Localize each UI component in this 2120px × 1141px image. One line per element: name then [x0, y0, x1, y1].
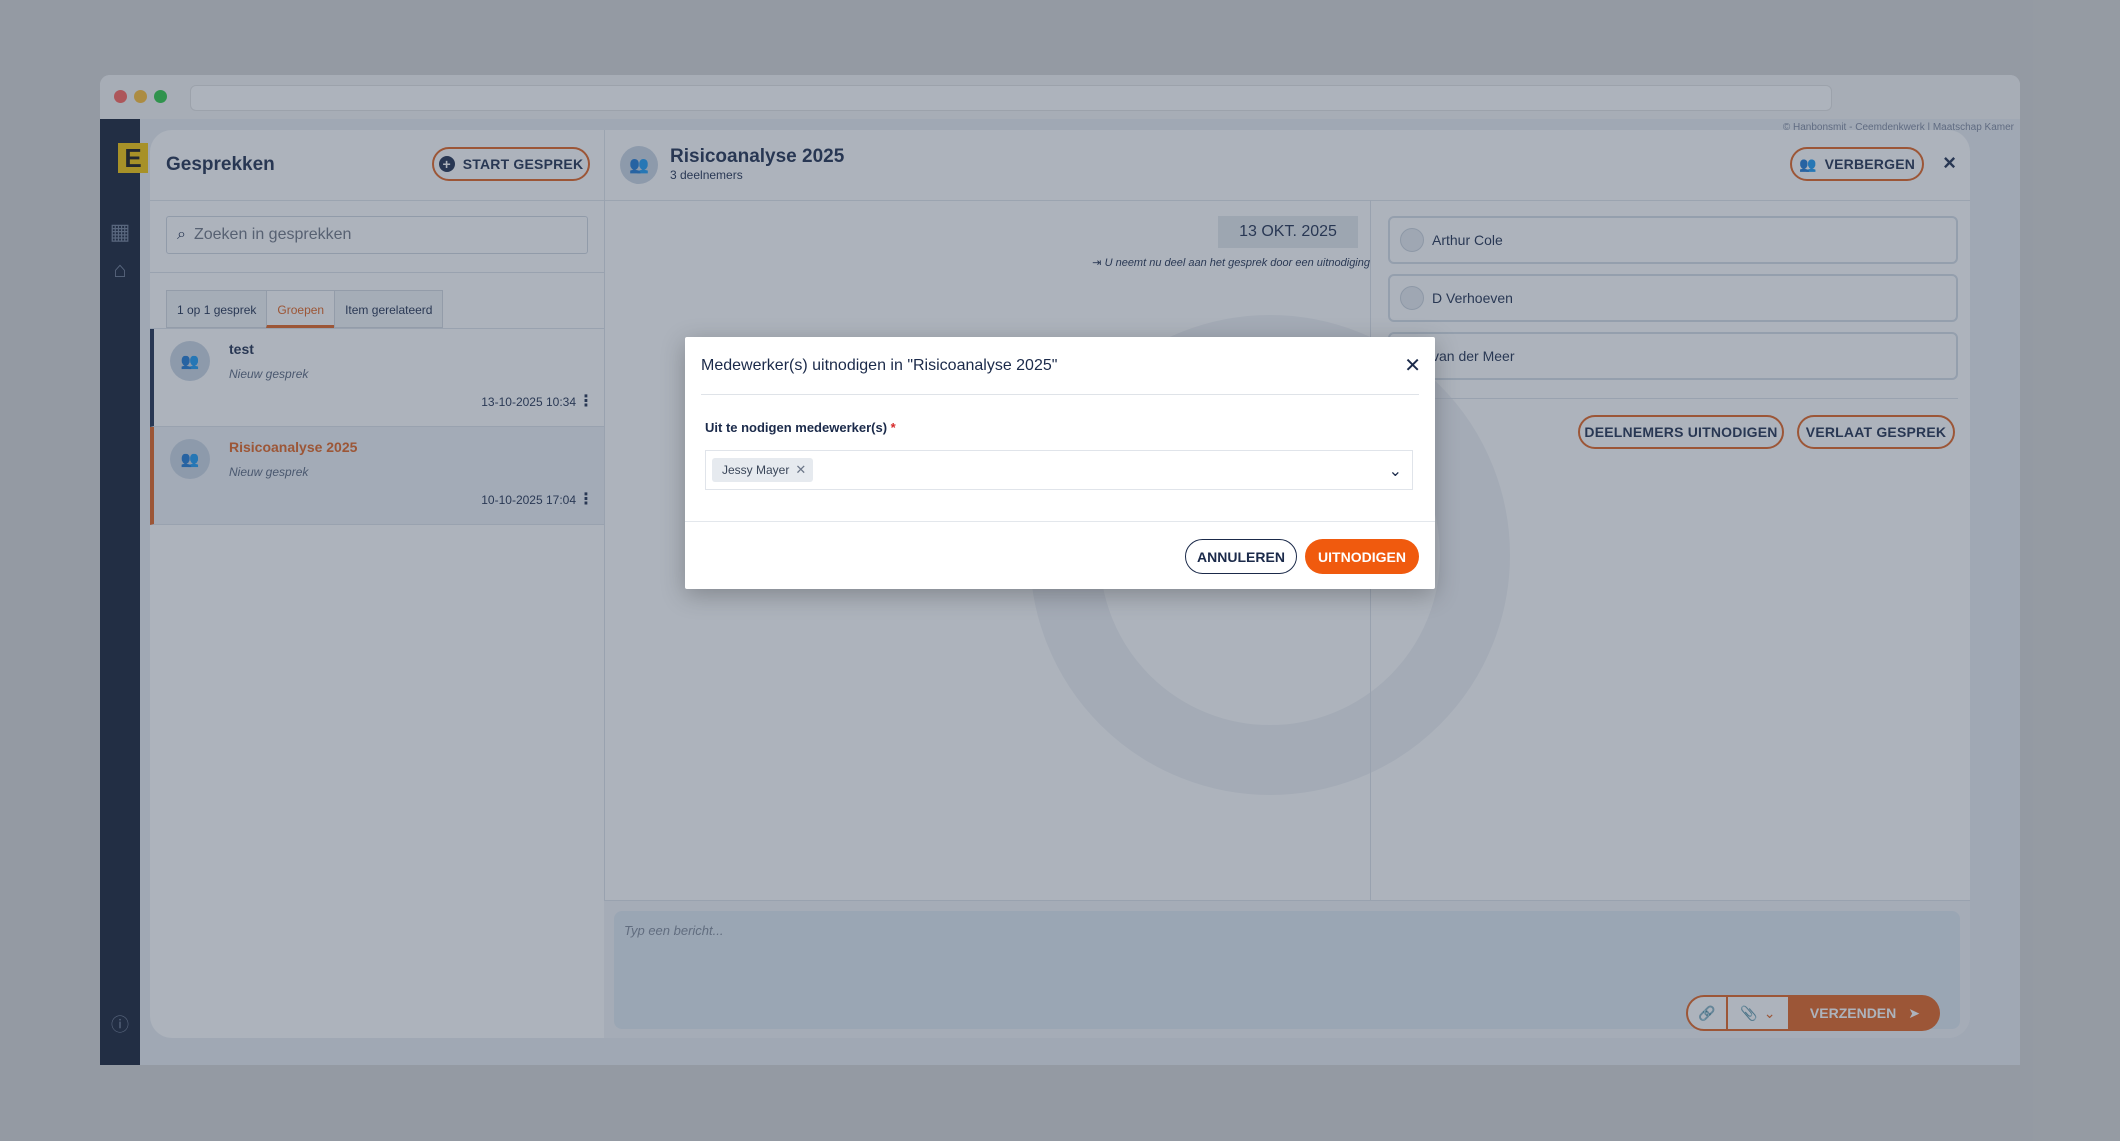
cancel-button[interactable]: ANNULEREN [1185, 539, 1297, 574]
employee-multiselect[interactable]: Jessy Mayer ✕ ⌄ [705, 450, 1413, 490]
remove-chip-icon[interactable]: ✕ [795, 462, 806, 478]
required-mark: * [890, 420, 896, 435]
chip-label: Jessy Mayer [722, 463, 790, 477]
invite-button[interactable]: UITNODIGEN [1305, 539, 1419, 574]
close-icon[interactable]: ✕ [1404, 353, 1421, 378]
modal-footer-divider [685, 521, 1435, 522]
chevron-down-icon[interactable]: ⌄ [1389, 461, 1402, 481]
field-label-text: Uit te nodigen medewerker(s) [705, 420, 888, 435]
modal-title: Medewerker(s) uitnodigen in "Risicoanaly… [701, 357, 1058, 374]
invite-modal: Medewerker(s) uitnodigen in "Risicoanaly… [685, 337, 1435, 589]
field-label: Uit te nodigen medewerker(s) * [705, 420, 896, 435]
modal-header-divider [701, 394, 1419, 395]
selected-employee-chip: Jessy Mayer ✕ [712, 458, 814, 482]
